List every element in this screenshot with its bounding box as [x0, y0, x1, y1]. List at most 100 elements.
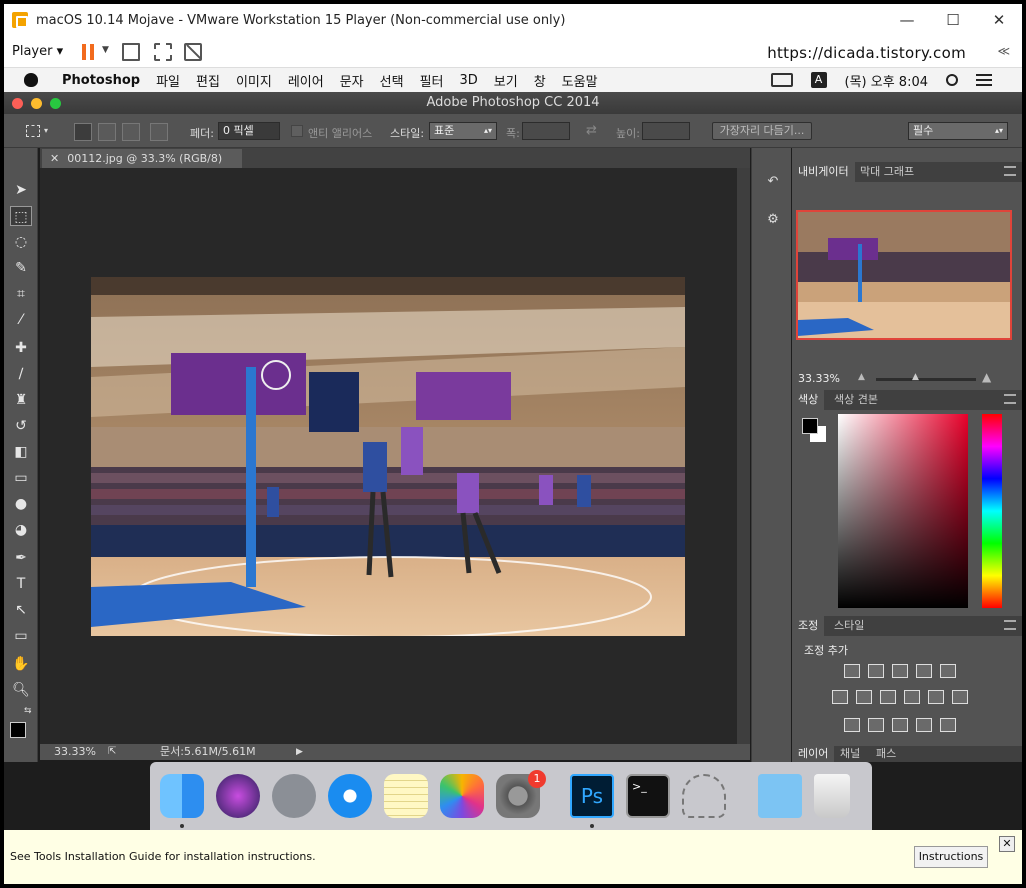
refine-edge-button[interactable]: 가장자리 다듬기...: [712, 122, 812, 140]
style-select[interactable]: 표준 ▴▾: [429, 122, 497, 140]
swap-colors-icon[interactable]: ⇆: [24, 706, 32, 716]
vertical-scrollbar[interactable]: [737, 168, 750, 746]
shape-tool-icon[interactable]: ▭: [10, 626, 32, 646]
notification-center-icon[interactable]: [976, 74, 992, 86]
zoom-slider-thumb-icon[interactable]: ▲: [912, 372, 919, 382]
hand-tool-icon[interactable]: ✋: [10, 654, 32, 674]
fullscreen-icon[interactable]: [154, 43, 172, 61]
width-input[interactable]: [522, 122, 570, 140]
menu-filter[interactable]: 필터: [420, 71, 444, 90]
tab-paths[interactable]: 패스: [870, 746, 902, 762]
menu-window[interactable]: 창: [534, 71, 546, 90]
move-tool-icon[interactable]: ➤: [10, 180, 32, 200]
color-lookup-icon[interactable]: [952, 690, 968, 704]
brush-tool-icon[interactable]: ∕: [10, 364, 32, 384]
workspace-select[interactable]: 필수 ▴▾: [908, 122, 1008, 140]
navigator-preview[interactable]: [796, 210, 1012, 340]
tab-adjustments[interactable]: 조정: [792, 616, 825, 636]
share-icon[interactable]: ⇱: [108, 744, 116, 760]
gradient-tool-icon[interactable]: ▭: [10, 468, 32, 488]
foreground-color-swatch[interactable]: [10, 722, 26, 738]
gradient-map-icon[interactable]: [940, 718, 956, 732]
navigator-zoom-slider[interactable]: [876, 378, 976, 381]
status-menu-arrow-icon[interactable]: ▶: [296, 744, 303, 760]
photo-filter-icon[interactable]: [904, 690, 920, 704]
healing-brush-tool-icon[interactable]: ✚: [10, 338, 32, 358]
properties-panel-icon[interactable]: ⚙: [764, 212, 782, 232]
finder-icon[interactable]: [160, 774, 204, 818]
new-selection-icon[interactable]: [74, 123, 92, 141]
tab-channels[interactable]: 채널: [834, 746, 866, 762]
apple-icon[interactable]: [24, 73, 38, 87]
blur-tool-icon[interactable]: ●: [10, 494, 32, 514]
lasso-tool-icon[interactable]: ◌: [10, 232, 32, 252]
close-button[interactable]: ✕: [976, 4, 1022, 36]
vibrance-icon[interactable]: [940, 664, 956, 678]
height-input[interactable]: [642, 122, 690, 140]
zoom-out-icon[interactable]: ▲: [858, 372, 865, 382]
add-selection-icon[interactable]: [98, 123, 116, 141]
menu-type[interactable]: 문자: [340, 71, 364, 90]
menu-clock[interactable]: (목) 오후 8:04: [845, 71, 928, 90]
notes-icon[interactable]: [384, 774, 428, 818]
eyedropper-tool-icon[interactable]: ⁄: [10, 310, 32, 330]
type-tool-icon[interactable]: T: [10, 574, 32, 594]
history-brush-tool-icon[interactable]: ↺: [10, 416, 32, 436]
menu-3d[interactable]: 3D: [459, 73, 477, 88]
antialias-checkbox[interactable]: [291, 125, 303, 137]
menu-app-name[interactable]: Photoshop: [62, 73, 140, 88]
invert-icon[interactable]: [844, 718, 860, 732]
zoom-tool-icon[interactable]: 🔍︎: [10, 680, 32, 700]
photoshop-dock-icon[interactable]: Ps: [570, 774, 614, 818]
brightness-contrast-icon[interactable]: [844, 664, 860, 678]
terminal-icon[interactable]: >_: [626, 774, 670, 818]
hue-slider[interactable]: [982, 414, 1002, 608]
photos-icon[interactable]: [440, 774, 484, 818]
swap-icon[interactable]: ⇄: [586, 123, 597, 138]
player-menu[interactable]: Player ▾: [12, 44, 63, 59]
menu-help[interactable]: 도움말: [562, 71, 598, 90]
unity-icon[interactable]: [184, 43, 202, 61]
menu-view[interactable]: 보기: [494, 71, 518, 90]
levels-icon[interactable]: [868, 664, 884, 678]
zoom-level[interactable]: 33.33%: [54, 744, 96, 760]
navigator-menu-icon[interactable]: [1004, 166, 1016, 176]
tab-swatches[interactable]: 색상 견본: [828, 390, 884, 410]
menu-edit[interactable]: 편집: [196, 71, 220, 90]
pause-icon[interactable]: [82, 44, 96, 60]
dodge-tool-icon[interactable]: ◕: [10, 520, 32, 540]
launchpad-icon[interactable]: [272, 774, 316, 818]
tab-navigator[interactable]: 내비게이터: [792, 162, 855, 182]
hue-saturation-icon[interactable]: [832, 690, 848, 704]
collapse-icon[interactable]: ≪: [997, 44, 1010, 58]
marquee-preset-icon[interactable]: [26, 125, 40, 137]
eraser-tool-icon[interactable]: ◧: [10, 442, 32, 462]
close-tab-icon[interactable]: ✕: [50, 152, 59, 165]
preset-dropdown-icon[interactable]: ▾: [44, 126, 48, 135]
safari-icon[interactable]: [328, 774, 372, 818]
clone-stamp-tool-icon[interactable]: ♜: [10, 390, 32, 410]
tab-styles[interactable]: 스타일: [828, 616, 870, 636]
subtract-selection-icon[interactable]: [122, 123, 140, 141]
menu-layer[interactable]: 레이어: [288, 71, 324, 90]
window-minimize-icon[interactable]: [31, 98, 42, 109]
path-selection-tool-icon[interactable]: ↖: [10, 600, 32, 620]
exposure-icon[interactable]: [916, 664, 932, 678]
threshold-icon[interactable]: [892, 718, 908, 732]
quick-selection-tool-icon[interactable]: ✎: [10, 258, 32, 278]
window-close-icon[interactable]: [12, 98, 23, 109]
menu-file[interactable]: 파일: [156, 71, 180, 90]
pen-tool-icon[interactable]: ✒: [10, 548, 32, 568]
curves-icon[interactable]: [892, 664, 908, 678]
color-foreground-swatch[interactable]: [802, 418, 818, 434]
display-icon[interactable]: [770, 73, 793, 87]
color-balance-icon[interactable]: [856, 690, 872, 704]
instructions-button[interactable]: Instructions: [914, 846, 988, 868]
close-info-icon[interactable]: ✕: [999, 836, 1015, 852]
zoom-in-icon[interactable]: ▲: [982, 370, 991, 384]
black-white-icon[interactable]: [880, 690, 896, 704]
window-zoom-icon[interactable]: [50, 98, 61, 109]
menu-image[interactable]: 이미지: [236, 71, 272, 90]
tab-histogram[interactable]: 막대 그래프: [854, 162, 920, 182]
crop-tool-icon[interactable]: ⌗: [10, 284, 32, 304]
